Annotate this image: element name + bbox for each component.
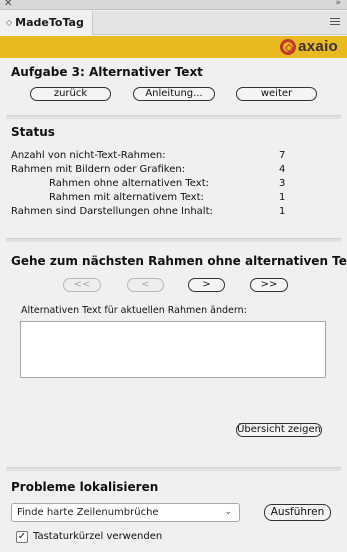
- shortcut-checkbox[interactable]: ✓: [16, 530, 28, 543]
- run-button[interactable]: Ausführen: [264, 504, 331, 521]
- overview-button[interactable]: Übersicht zeigen: [236, 423, 322, 437]
- localize-title: Probleme lokalisieren: [11, 480, 159, 494]
- axaio-logo-icon: [280, 39, 297, 55]
- last-frame-button[interactable]: >>: [250, 278, 288, 292]
- problem-type-selected: Finde harte Zeilenumbrüche: [17, 507, 159, 518]
- logo-text: axaio: [298, 38, 338, 55]
- panel-menu-icon[interactable]: [330, 18, 340, 27]
- back-button[interactable]: zurück: [30, 87, 111, 101]
- brand-bar: axaio: [0, 36, 347, 58]
- previous-frame-button[interactable]: <: [127, 278, 164, 292]
- collapse-icon[interactable]: »: [335, 0, 341, 10]
- guide-button[interactable]: Anleitung...: [133, 87, 215, 101]
- alt-text-field[interactable]: [20, 321, 326, 378]
- status-label-without-alt: Rahmen ohne alternativen Text:: [49, 178, 209, 189]
- next-step-button[interactable]: weiter: [236, 87, 317, 101]
- alt-text-field-label: Alternativen Text für aktuellen Rahmen ä…: [21, 305, 247, 316]
- axaio-logo: axaio: [280, 39, 338, 55]
- shortcut-checkbox-label: Tastaturkürzel verwenden: [33, 531, 163, 542]
- section-divider: [6, 115, 341, 119]
- chevron-down-icon: ⌄: [224, 507, 232, 517]
- status-label-with-alt: Rahmen mit alternativem Text:: [49, 192, 204, 203]
- close-icon[interactable]: ✕: [4, 0, 12, 11]
- status-value-without-alt: 3: [279, 178, 286, 189]
- shortcut-checkbox-row: ✓ Tastaturkürzel verwenden: [16, 530, 162, 543]
- task-title: Aufgabe 3: Alternativer Text: [11, 65, 203, 79]
- status-title: Status: [11, 125, 55, 139]
- tab-dropdown-icon: ◇: [6, 18, 13, 27]
- section-divider: [6, 467, 341, 471]
- tab-madetotag[interactable]: ◇ MadeToTag: [0, 11, 93, 35]
- status-value-images: 4: [279, 164, 286, 175]
- status-value-artifacts: 1: [279, 206, 286, 217]
- section-divider: [6, 238, 341, 242]
- first-frame-button[interactable]: <<: [63, 278, 101, 292]
- status-label-nontext: Anzahl von nicht-Text-Rahmen:: [11, 150, 166, 161]
- tab-title: MadeToTag: [15, 16, 84, 29]
- status-label-artifacts: Rahmen sind Darstellungen ohne Inhalt:: [11, 206, 213, 217]
- status-value-nontext: 7: [279, 150, 286, 161]
- next-frame-button[interactable]: >: [188, 278, 225, 292]
- status-label-images: Rahmen mit Bildern oder Grafiken:: [11, 164, 186, 175]
- panel-tab-row: ◇ MadeToTag: [0, 11, 347, 35]
- status-value-with-alt: 1: [279, 192, 286, 203]
- problem-type-select[interactable]: Finde harte Zeilenumbrüche ⌄: [11, 503, 240, 522]
- navigate-title: Gehe zum nächsten Rahmen ohne alternativ…: [11, 254, 347, 268]
- panel-titlebar: ✕ »: [0, 0, 347, 10]
